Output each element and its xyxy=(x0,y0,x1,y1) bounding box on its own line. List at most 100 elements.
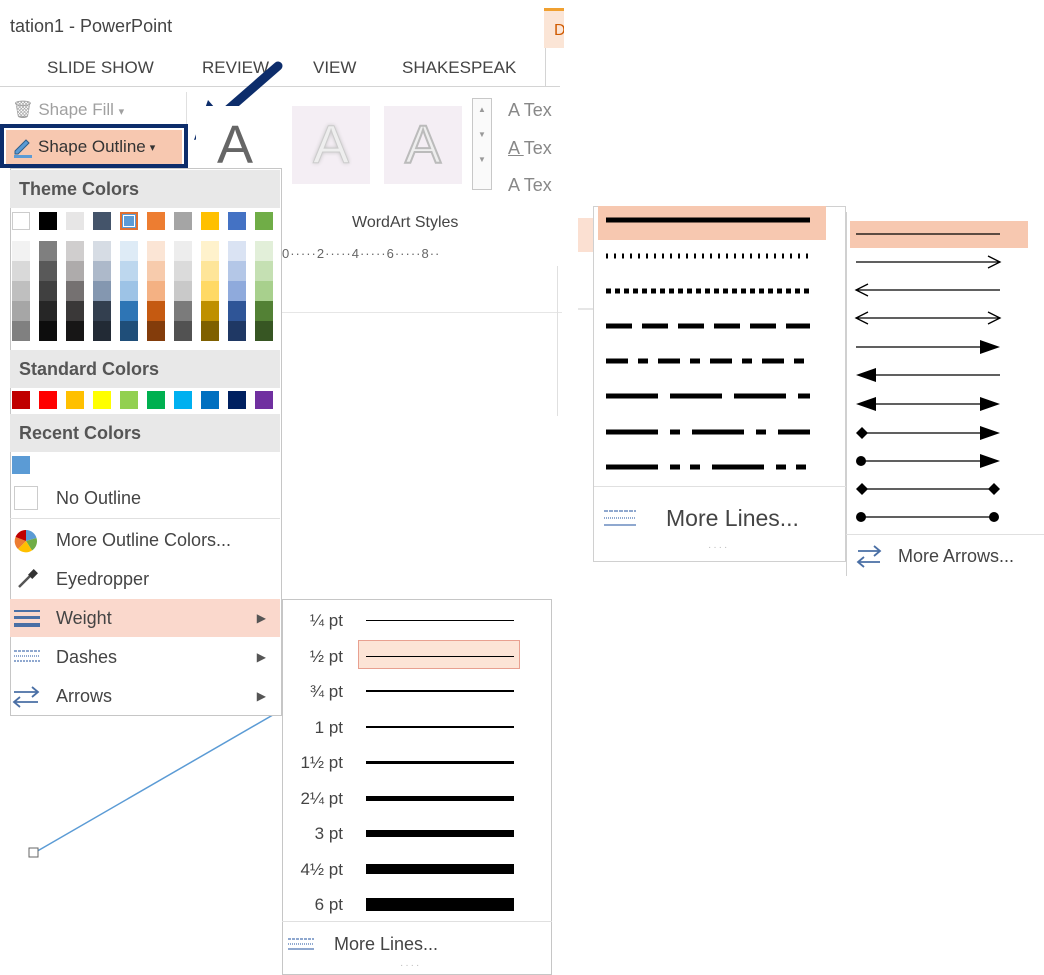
weight-option[interactable]: ½ pt xyxy=(282,639,550,673)
weight-option[interactable]: 2¼ pt xyxy=(282,781,550,815)
standard-color-swatch[interactable] xyxy=(93,391,111,409)
theme-color-shade-swatch[interactable] xyxy=(39,281,57,301)
theme-color-shade-swatch[interactable] xyxy=(93,281,111,301)
theme-color-shade-swatch[interactable] xyxy=(120,301,138,321)
resize-grip[interactable]: ···· xyxy=(708,542,729,553)
theme-color-shade-swatch[interactable] xyxy=(66,281,84,301)
theme-color-shade-swatch[interactable] xyxy=(66,301,84,321)
arrow-styles-list[interactable] xyxy=(846,220,1044,530)
theme-color-shade-swatch[interactable] xyxy=(255,261,273,281)
theme-color-shade-swatch[interactable] xyxy=(147,241,165,261)
theme-color-shade-swatch[interactable] xyxy=(93,301,111,321)
theme-color-shade-swatch[interactable] xyxy=(228,241,246,261)
scroll-down-icon[interactable]: ▼ xyxy=(473,130,491,139)
text-outline-button[interactable]: A Tex xyxy=(508,138,552,159)
theme-color-shade-swatch[interactable] xyxy=(120,241,138,261)
theme-color-shade-swatch[interactable] xyxy=(12,261,30,281)
theme-color-shade-swatch[interactable] xyxy=(201,321,219,341)
theme-color-shade-swatch[interactable] xyxy=(201,301,219,321)
theme-color-shade-swatch[interactable] xyxy=(147,301,165,321)
wordart-style-3[interactable]: A xyxy=(384,106,462,184)
theme-color-shade-swatch[interactable] xyxy=(120,321,138,341)
scroll-up-icon[interactable]: ▲ xyxy=(473,105,491,114)
wordart-style-2[interactable]: A xyxy=(292,106,370,184)
theme-color-shade-swatch[interactable] xyxy=(147,321,165,341)
theme-color-shade-swatch[interactable] xyxy=(120,281,138,301)
gallery-more-icon[interactable]: ▼ xyxy=(473,155,491,164)
recent-color-swatch[interactable] xyxy=(12,456,30,474)
resize-handle[interactable] xyxy=(28,847,39,858)
line-shape[interactable] xyxy=(26,700,286,865)
theme-color-shade-swatch[interactable] xyxy=(201,281,219,301)
no-outline-item[interactable]: No Outline xyxy=(10,479,280,517)
theme-color-shade-swatch[interactable] xyxy=(12,241,30,261)
shape-fill-button[interactable]: 🗑︎ Shape Fill ▾ xyxy=(12,100,124,120)
standard-color-swatch[interactable] xyxy=(66,391,84,409)
theme-color-shade-swatch[interactable] xyxy=(66,241,84,261)
theme-color-shade-swatch[interactable] xyxy=(255,241,273,261)
drawing-tools-context-tab[interactable]: D xyxy=(544,8,564,48)
theme-color-swatch[interactable] xyxy=(147,212,165,230)
standard-color-swatch[interactable] xyxy=(201,391,219,409)
arrows-item[interactable]: Arrows ▶ xyxy=(10,677,280,715)
tab-shakespeak[interactable]: SHAKESPEAK xyxy=(402,58,516,78)
theme-color-shade-swatch[interactable] xyxy=(255,281,273,301)
theme-color-swatch[interactable] xyxy=(255,212,273,230)
dash-styles-list[interactable] xyxy=(598,206,838,486)
theme-color-swatch[interactable] xyxy=(93,212,111,230)
theme-color-shade-swatch[interactable] xyxy=(174,301,192,321)
theme-color-shade-swatch[interactable] xyxy=(228,321,246,341)
standard-color-swatch[interactable] xyxy=(12,391,30,409)
weight-item[interactable]: Weight ▶ xyxy=(10,599,280,637)
theme-color-shade-swatch[interactable] xyxy=(147,281,165,301)
eyedropper-item[interactable]: Eyedropper xyxy=(10,560,280,598)
theme-color-swatch[interactable] xyxy=(228,212,246,230)
dashes-item[interactable]: Dashes ▶ xyxy=(10,638,280,676)
weight-option[interactable]: 4½ pt xyxy=(282,852,550,886)
standard-color-swatch[interactable] xyxy=(174,391,192,409)
theme-color-shade-swatch[interactable] xyxy=(120,261,138,281)
weight-option[interactable]: ¾ pt xyxy=(282,674,550,708)
tab-view[interactable]: VIEW xyxy=(313,58,356,78)
theme-color-swatch[interactable] xyxy=(174,212,192,230)
theme-color-shade-swatch[interactable] xyxy=(201,241,219,261)
theme-color-shade-swatch[interactable] xyxy=(12,281,30,301)
tab-slide-show[interactable]: SLIDE SHOW xyxy=(47,58,154,78)
theme-color-shade-swatch[interactable] xyxy=(174,281,192,301)
theme-color-shade-swatch[interactable] xyxy=(174,321,192,341)
theme-color-shade-swatch[interactable] xyxy=(174,241,192,261)
theme-color-shade-swatch[interactable] xyxy=(93,241,111,261)
wordart-gallery-scroll[interactable]: ▲ ▼ ▼ xyxy=(472,98,492,190)
weight-option[interactable]: 1 pt xyxy=(282,710,550,744)
resize-grip[interactable]: ···· xyxy=(400,960,421,971)
theme-color-shade-swatch[interactable] xyxy=(39,321,57,341)
standard-color-swatch[interactable] xyxy=(228,391,246,409)
theme-color-shade-swatch[interactable] xyxy=(93,261,111,281)
standard-color-swatch[interactable] xyxy=(120,391,138,409)
theme-color-shade-swatch[interactable] xyxy=(147,261,165,281)
theme-color-swatch[interactable] xyxy=(201,212,219,230)
theme-color-shade-swatch[interactable] xyxy=(228,301,246,321)
more-arrows-item[interactable]: More Arrows... xyxy=(856,542,1042,570)
weight-option[interactable]: ¼ pt xyxy=(282,603,550,637)
theme-color-shade-swatch[interactable] xyxy=(12,301,30,321)
more-outline-colors-item[interactable]: More Outline Colors... xyxy=(10,521,280,559)
theme-color-shade-swatch[interactable] xyxy=(12,321,30,341)
theme-color-swatch[interactable] xyxy=(66,212,84,230)
theme-color-shade-swatch[interactable] xyxy=(39,261,57,281)
theme-color-shade-swatch[interactable] xyxy=(66,321,84,341)
theme-color-shade-swatch[interactable] xyxy=(93,321,111,341)
theme-color-swatch[interactable] xyxy=(12,212,30,230)
dashes-more-lines-item[interactable]: More Lines... xyxy=(604,502,844,534)
theme-color-shade-swatch[interactable] xyxy=(66,261,84,281)
theme-color-shade-swatch[interactable] xyxy=(201,261,219,281)
weight-option[interactable]: 3 pt xyxy=(282,816,550,850)
standard-color-swatch[interactable] xyxy=(255,391,273,409)
theme-color-shade-swatch[interactable] xyxy=(228,281,246,301)
weight-option[interactable]: 6 pt xyxy=(282,887,550,921)
theme-color-shade-swatch[interactable] xyxy=(39,241,57,261)
theme-color-shade-swatch[interactable] xyxy=(39,301,57,321)
theme-color-swatch[interactable] xyxy=(120,212,138,230)
theme-color-shade-swatch[interactable] xyxy=(228,261,246,281)
weight-option[interactable]: 1½ pt xyxy=(282,745,550,779)
